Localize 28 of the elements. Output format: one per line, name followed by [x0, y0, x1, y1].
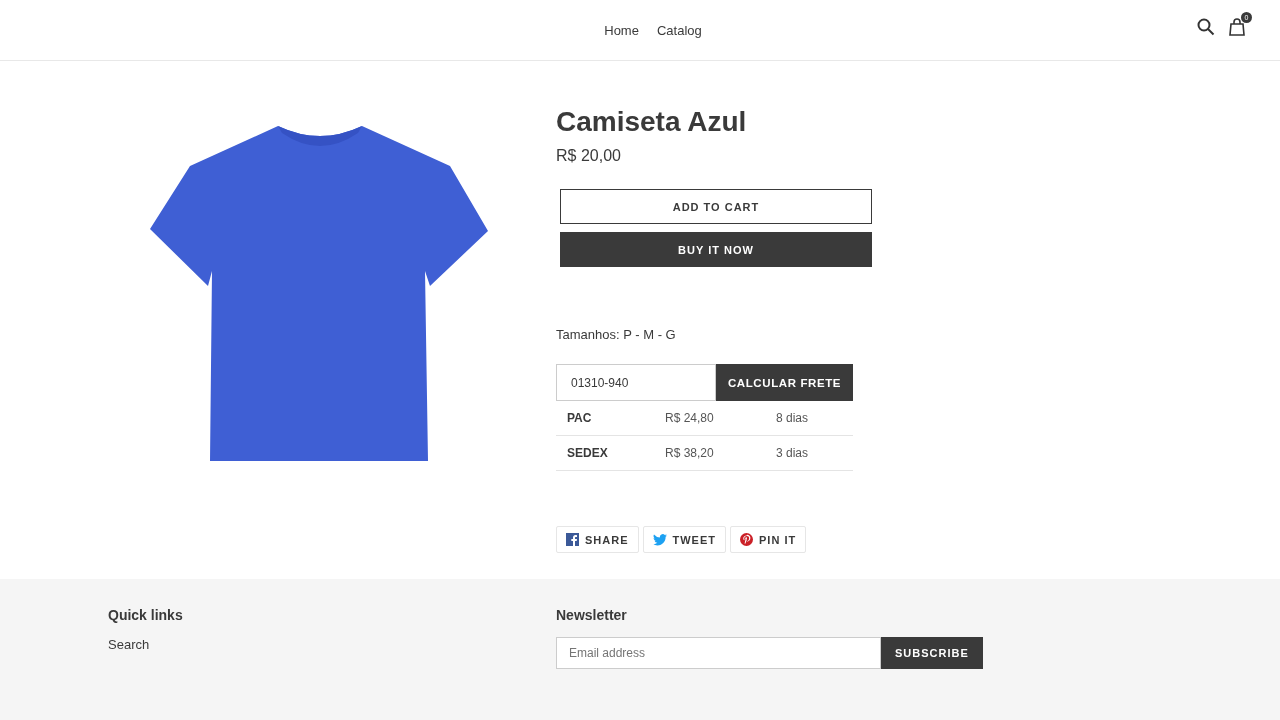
email-input-field[interactable]: Email address: [556, 637, 881, 669]
subscribe-button[interactable]: SUBSCRIBE: [881, 637, 983, 669]
product-title: Camiseta Azul: [556, 105, 747, 139]
nav-link[interactable]: Catalog: [656, 18, 702, 42]
twitter-share-button[interactable]: TWEET: [642, 526, 726, 553]
shipping-price: R$ 38,20: [665, 446, 715, 460]
shipping-service: SEDEX: [567, 446, 609, 460]
quick-links-heading: Quick links: [108, 607, 183, 623]
facebook-share-button[interactable]: SHARE: [556, 526, 639, 553]
delivery-time: 8 dias: [776, 411, 809, 425]
bird-icon: [652, 533, 667, 546]
zip-input-field[interactable]: 01310-940: [556, 364, 716, 401]
product-price: R$ 20,00: [556, 147, 621, 165]
add-to-cart-button[interactable]: ADD TO CART: [560, 189, 872, 224]
nav-link[interactable]: Home: [604, 18, 639, 42]
shipping-service: PAC: [567, 411, 593, 425]
delivery-time: 3 dias: [776, 446, 809, 460]
calculate-shipping-button[interactable]: CALCULAR FRETE: [716, 364, 853, 401]
pin-icon: [740, 533, 753, 546]
footer-link[interactable]: Search: [108, 637, 150, 652]
pinterest-share-button[interactable]: PIN IT: [730, 526, 807, 553]
product-description: Tamanhos: P - M - G: [556, 327, 676, 342]
search-icon[interactable]: [1197, 18, 1215, 36]
newsletter-heading: Newsletter: [556, 607, 627, 623]
shipping-price: R$ 24,80: [665, 411, 715, 425]
buy-now-button[interactable]: BUY IT NOW: [560, 232, 872, 267]
facebook-icon: [566, 533, 579, 546]
bag-icon: [1229, 18, 1245, 36]
